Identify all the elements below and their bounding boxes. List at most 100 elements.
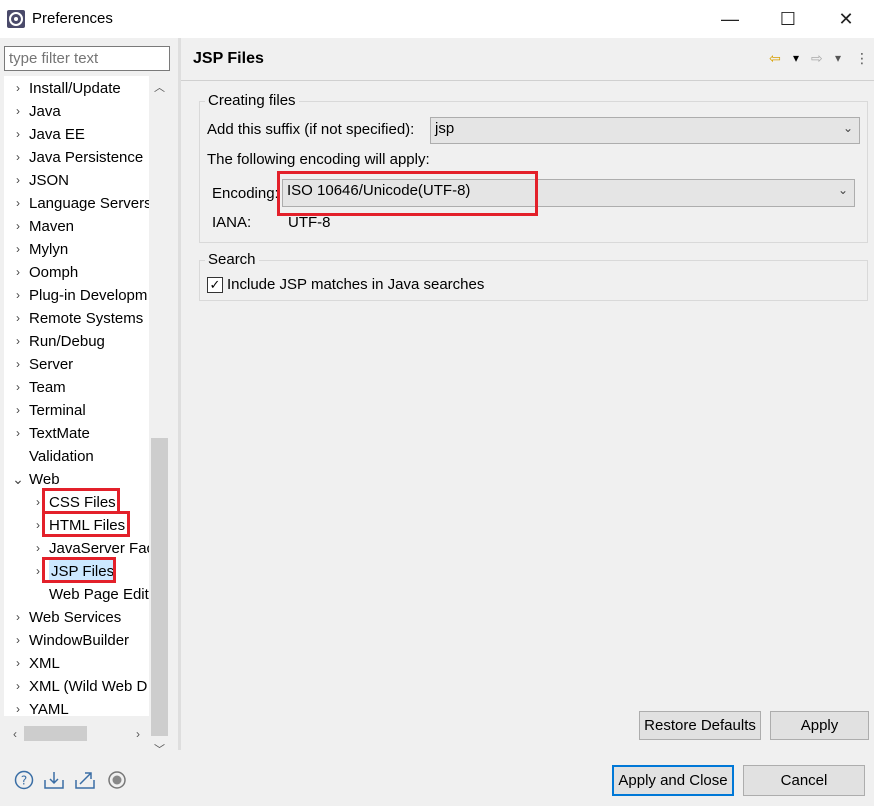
chevron-right-icon[interactable]: › (12, 376, 24, 399)
chevron-right-icon[interactable]: › (12, 675, 24, 698)
tree-item[interactable]: › Plug-in Developm (4, 284, 149, 307)
export-icon[interactable] (74, 769, 96, 791)
back-arrow-icon[interactable]: ⇦ (769, 48, 781, 68)
tree-item-label: Web Page Edit (49, 586, 149, 603)
highlight-box (42, 557, 116, 583)
tree-item[interactable]: › YAML (4, 698, 149, 716)
import-icon[interactable] (43, 769, 65, 791)
chevron-right-icon[interactable]: › (12, 215, 24, 238)
preference-page: JSP Files ⇦ ▾ ⇨ ▾ ⋮ Creating files Add t… (181, 38, 874, 750)
tree-item[interactable]: › WindowBuilder (4, 629, 149, 652)
eclipse-app-icon (7, 10, 25, 28)
tree-item-label: Run/Debug (29, 333, 105, 350)
chevron-right-icon[interactable]: › (12, 307, 24, 330)
scroll-left-icon[interactable]: ‹ (6, 724, 24, 744)
chevron-down-icon: ⌄ (837, 183, 848, 197)
scroll-up-icon[interactable]: ︿ (151, 78, 168, 96)
tree-item[interactable]: › Server (4, 353, 149, 376)
chevron-right-icon[interactable]: › (12, 606, 24, 629)
apply-and-close-button[interactable]: Apply and Close (612, 765, 734, 796)
tree-item-label: WindowBuilder (29, 632, 130, 649)
chevron-right-icon[interactable]: › (12, 284, 24, 307)
tree-item[interactable]: › Java Persistence (4, 146, 149, 169)
tree-horizontal-scrollbar[interactable]: ‹ › (4, 724, 149, 744)
tree-item-label: Java EE (29, 126, 85, 143)
chevron-right-icon[interactable]: › (12, 146, 24, 169)
chevron-right-icon[interactable]: › (12, 330, 24, 353)
tree-item-label: Mylyn (29, 241, 69, 258)
tree-item[interactable]: › JSON (4, 169, 149, 192)
minimize-icon: — (721, 8, 739, 29)
tree-item[interactable]: › Maven (4, 215, 149, 238)
chevron-right-icon[interactable]: › (12, 192, 24, 215)
highlight-box (42, 511, 130, 537)
tree-vertical-scrollbar[interactable]: ︿ ﹀ (149, 76, 170, 756)
chevron-down-icon[interactable]: ⌄ (12, 468, 24, 491)
tree-item-label: Team (29, 379, 66, 396)
chevron-right-icon[interactable]: › (12, 261, 24, 284)
checkmark-icon: ✓ (209, 277, 221, 292)
suffix-combo[interactable]: jsp ⌄ (430, 117, 860, 144)
tree-item[interactable]: › Terminal (4, 399, 149, 422)
tree-item[interactable]: › Java (4, 100, 149, 123)
chevron-right-icon[interactable]: › (12, 353, 24, 376)
chevron-right-icon[interactable]: › (12, 100, 24, 123)
tree-item[interactable]: › Web Services (4, 606, 149, 629)
scroll-thumb[interactable] (151, 438, 168, 736)
chevron-right-icon[interactable]: › (12, 77, 24, 100)
apply-button[interactable]: Apply (770, 711, 869, 740)
record-icon[interactable] (106, 769, 128, 791)
tree-item[interactable]: › Remote Systems (4, 307, 149, 330)
search-title: Search (205, 251, 259, 268)
tree-item[interactable]: › Run/Debug (4, 330, 149, 353)
scroll-right-icon[interactable]: › (129, 724, 147, 744)
tree-item-label: Remote Systems (29, 310, 144, 327)
minimize-button[interactable]: — (701, 0, 759, 38)
chevron-right-icon[interactable]: › (12, 652, 24, 675)
maximize-icon: ☐ (779, 8, 797, 29)
tree-item[interactable]: › Install/Update (4, 77, 149, 100)
tree-item[interactable]: › XML (Wild Web D (4, 675, 149, 698)
iana-value: UTF-8 (288, 214, 331, 231)
tree-item[interactable]: › XML (4, 652, 149, 675)
chevron-right-icon[interactable]: › (12, 698, 24, 716)
tree-item[interactable]: › Mylyn (4, 238, 149, 261)
chevron-right-icon[interactable]: › (12, 422, 24, 445)
chevron-right-icon[interactable]: › (12, 238, 24, 261)
tree-item[interactable]: Web Page Edit (4, 583, 149, 606)
cancel-button[interactable]: Cancel (743, 765, 865, 796)
maximize-button[interactable]: ☐ (759, 0, 817, 38)
suffix-label: Add this suffix (if not specified): (207, 121, 415, 138)
page-navigation: ⇦ ▾ ⇨ ▾ ⋮ (769, 48, 869, 68)
chevron-right-icon[interactable]: › (12, 629, 24, 652)
tree-item[interactable]: Validation (4, 445, 149, 468)
restore-defaults-button[interactable]: Restore Defaults (639, 711, 761, 740)
preferences-tree: › Install/Update › Java › Java EE › Java Persis… (4, 76, 149, 716)
tree-item-label: Language Servers (29, 195, 149, 212)
tree-item[interactable]: › Team (4, 376, 149, 399)
tree-item-label: JSON (29, 172, 70, 189)
tree-item[interactable]: › Oomph (4, 261, 149, 284)
encoding-label: Encoding: (212, 185, 279, 202)
back-dropdown-icon[interactable]: ▾ (793, 48, 799, 68)
tree-item-label: Install/Update (29, 80, 121, 97)
tree-item[interactable]: › Language Servers (4, 192, 149, 215)
chevron-right-icon[interactable]: › (12, 123, 24, 146)
scroll-thumb-horizontal[interactable] (24, 726, 87, 741)
include-jsp-checkbox[interactable]: ✓ (207, 277, 223, 293)
chevron-right-icon[interactable]: › (12, 399, 24, 422)
forward-dropdown-icon[interactable]: ▾ (835, 48, 841, 68)
tree-item-label: Java (29, 103, 61, 120)
tree-item-label: TextMate (29, 425, 90, 442)
filter-input[interactable] (4, 46, 170, 71)
close-button[interactable]: ✕ (817, 0, 874, 38)
view-menu-icon[interactable]: ⋮ (855, 48, 869, 68)
forward-arrow-icon[interactable]: ⇨ (811, 48, 823, 68)
chevron-right-icon[interactable]: › (12, 169, 24, 192)
tree-item-label: XML (Wild Web D (29, 678, 148, 695)
highlight-box (277, 171, 538, 216)
tree-item[interactable]: › TextMate (4, 422, 149, 445)
help-icon[interactable]: ? (13, 769, 35, 791)
chevron-down-icon: ⌄ (842, 121, 853, 135)
tree-item[interactable]: › Java EE (4, 123, 149, 146)
